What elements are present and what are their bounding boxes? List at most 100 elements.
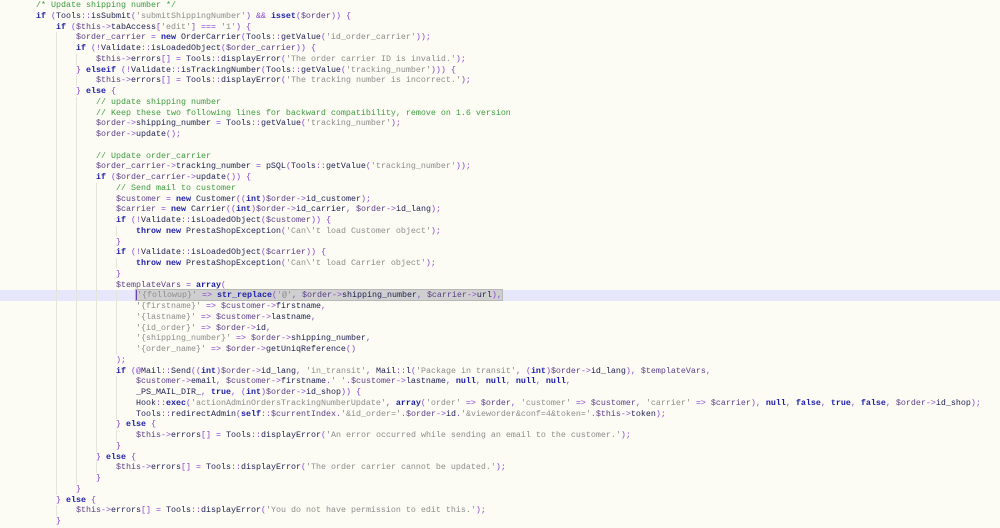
variable-token: $carrier [710, 397, 751, 408]
code-line[interactable]: if ($order_carrier->update()) { [0, 172, 1000, 183]
code-line[interactable]: '{shipping_number}' => $order->shipping_… [0, 333, 1000, 344]
indent-guide [96, 247, 116, 258]
keyword-token: self [240, 408, 261, 419]
code-line[interactable]: $templateVars = array( [0, 279, 1000, 291]
keyword-token: null [455, 376, 476, 387]
indent-guide [76, 182, 96, 194]
indent-guide [76, 75, 96, 86]
code-line[interactable]: } else { [0, 495, 1000, 506]
code-editor[interactable]: /* Update shipping number */if (Tools::i… [0, 0, 1000, 528]
code-line[interactable]: if (@Mail::Send((int)$order->id_lang, 'i… [0, 365, 1000, 377]
code-line[interactable]: if (!Validate::isLoadedObject($carrier))… [0, 247, 1000, 258]
code-line[interactable]: $customer->email, $customer->firstname.'… [0, 376, 1000, 387]
code-line[interactable]: } [0, 483, 1000, 495]
punctuation-token: } [116, 236, 121, 247]
code-line[interactable]: } [0, 473, 1000, 484]
punctuation-token: => [210, 344, 221, 354]
comment-token: // Keep these two following lines for ba… [96, 107, 511, 118]
punctuation-token: => [235, 333, 246, 344]
code-line[interactable]: '{lastname}' => $customer->lastname, [0, 311, 1000, 323]
code-line[interactable]: // update shipping number [0, 96, 1000, 108]
identifier-token: Validate [101, 43, 141, 53]
code-line[interactable]: } elseif (!Validate::isTrackingNumber(To… [0, 64, 1000, 76]
code-line[interactable]: } [0, 440, 1000, 452]
code-line[interactable]: $this->errors[] = Tools::displayError('A… [0, 430, 1000, 441]
indent-guide [76, 376, 96, 387]
variable-token: $order_carrier [76, 32, 146, 43]
punctuation-token: :: [211, 75, 221, 86]
indent-guide [56, 387, 76, 398]
code-line[interactable]: Hook::exec('actionAdminOrdersTrackingNum… [0, 397, 1000, 409]
code-line[interactable]: '{order_name}' => $order->getUniqReferen… [0, 344, 1000, 355]
punctuation-token: -> [101, 505, 111, 516]
code-line[interactable]: Tools::redirectAdmin(self::$currentIndex… [0, 408, 1000, 420]
indent-guide [116, 290, 136, 301]
string-token: 'submitShippingNumber' [135, 10, 246, 21]
code-line[interactable]: // Keep these two following lines for ba… [0, 107, 1000, 119]
code-line[interactable]: if (!Validate::isLoadedObject($order_car… [0, 43, 1000, 54]
string-token: '{firstname}' [136, 301, 201, 311]
code-line[interactable]: if (!Validate::isLoadedObject($customer)… [0, 215, 1000, 226]
code-line[interactable]: '{id_order}' => $order->id, [0, 322, 1000, 334]
code-line[interactable]: $order_carrier->tracking_number = pSQL(T… [0, 161, 1000, 172]
indent-guide [36, 344, 56, 355]
punctuation-token: :: [315, 161, 326, 172]
code-line[interactable]: /* Update shipping number */ [0, 0, 1000, 11]
code-line[interactable]: if ($this->tabAccess['edit'] === '1') { [0, 22, 1000, 33]
identifier-token: displayError [221, 53, 281, 64]
code-line[interactable]: } else { [0, 419, 1000, 430]
identifier-token: Tools [136, 408, 161, 419]
code-line[interactable]: } [0, 516, 1000, 527]
identifier-token: isSubmit [91, 10, 131, 21]
code-line[interactable]: // Send mail to customer [0, 182, 1000, 194]
punctuation-token: :: [290, 64, 301, 75]
identifier-token: isLoadedObject [190, 215, 261, 225]
code-line[interactable]: $order->shipping_number = Tools::getValu… [0, 118, 1000, 129]
code-line[interactable]: throw new PrestaShopException('Can\'t lo… [0, 225, 1000, 237]
code-line[interactable]: $order_carrier = new OrderCarrier(Tools:… [0, 32, 1000, 43]
code-line[interactable]: } [0, 268, 1000, 280]
identifier-token: getValue [280, 32, 321, 43]
code-line[interactable]: } [0, 236, 1000, 248]
indent-guide [36, 333, 56, 344]
code-line[interactable]: $this->errors[] = Tools::displayError('Y… [0, 505, 1000, 516]
punctuation-token: ; [435, 225, 441, 236]
code-line[interactable]: // Update order_carrier [0, 150, 1000, 162]
punctuation-token: } [56, 516, 61, 526]
string-token: 'The tracking number is incorrect.' [285, 75, 461, 86]
string-token: ' ' [330, 376, 346, 387]
indent-guide [76, 268, 96, 280]
code-line[interactable] [0, 139, 1000, 151]
indent-guide [56, 86, 76, 97]
indent-guide [36, 473, 56, 484]
variable-token: $order [301, 290, 332, 301]
code-line[interactable]: } else { [0, 86, 1000, 97]
code-line[interactable]: $order->update(); [0, 129, 1000, 140]
indent-guide [76, 365, 96, 377]
text-selection[interactable]: '{followup}' => str_replace('@', $order-… [135, 289, 503, 302]
indent-guide [36, 194, 56, 205]
identifier-token: getUniqReference [265, 344, 346, 354]
code-line[interactable]: } else { [0, 451, 1000, 463]
punctuation-token: -> [126, 129, 136, 139]
variable-token: $this [76, 505, 101, 516]
code-line[interactable]: if (Tools::isSubmit('submitShippingNumbe… [0, 11, 1000, 22]
indent-guide [96, 430, 116, 441]
code-line[interactable]: $customer = new Customer((int)$order->id… [0, 193, 1000, 205]
code-line[interactable]: '{firstname}' => $customer->firstname, [0, 301, 1000, 312]
indent-guide [96, 462, 116, 473]
variable-token: $order [221, 365, 251, 376]
code-line[interactable]: $this->errors[] = Tools::displayError('T… [0, 462, 1000, 473]
indent-guide [36, 54, 56, 65]
code-line[interactable]: ); [0, 354, 1000, 366]
code-line[interactable]: $this->errors[] = Tools::displayError('T… [0, 53, 1000, 65]
code-line[interactable]: '{followup}' => str_replace('@', $order-… [0, 289, 1000, 302]
code-line[interactable]: $carrier = new Carrier((int)$order->id_c… [0, 204, 1000, 215]
code-line[interactable]: throw new PrestaShopException('Can\'t lo… [0, 258, 1000, 269]
code-line[interactable]: _PS_MAIL_DIR_, true, (int)$order->id_sho… [0, 387, 1000, 398]
identifier-token: Tools [56, 10, 81, 21]
punctuation-token: :: [161, 408, 171, 419]
punctuation-token: -> [285, 204, 296, 215]
keyword-token: new [160, 32, 176, 43]
code-line[interactable]: $this->errors[] = Tools::displayError('T… [0, 75, 1000, 86]
